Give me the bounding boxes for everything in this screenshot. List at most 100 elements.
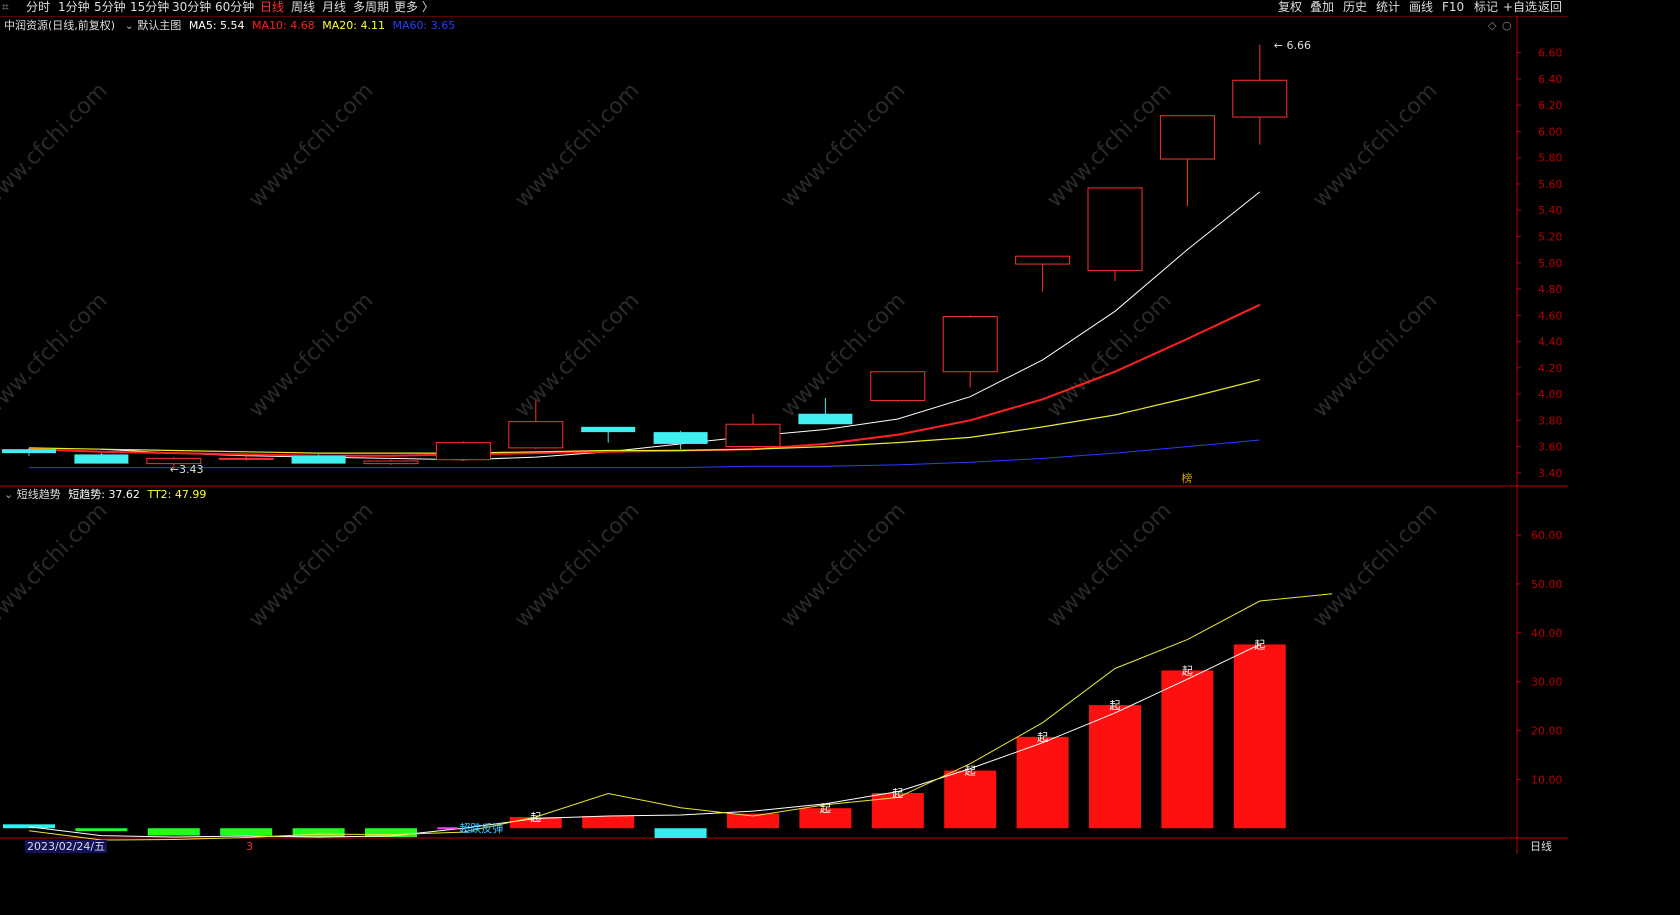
period-tab[interactable]: 多周期 (353, 0, 389, 15)
price-tick-label: 5.00 (1538, 257, 1563, 270)
candle-body-down (798, 413, 853, 425)
more-menu[interactable]: 更多 〉 (394, 0, 434, 15)
candle-body-up (1159, 115, 1215, 160)
watermark-text: www.cfchi.com (244, 78, 378, 212)
watermark-text: www.cfchi.com (0, 498, 113, 632)
indicator-bar (292, 828, 345, 838)
ma10-value: 4.68 (290, 19, 315, 32)
board-marker: 榜 (1181, 471, 1192, 485)
indicator-tick-label: 60.00 (1531, 529, 1563, 542)
restore-rights-button[interactable]: 复权 (1278, 0, 1302, 15)
period-tab[interactable]: 30分钟 (172, 0, 211, 15)
history-button[interactable]: 历史 (1343, 0, 1367, 15)
signal-marker: 起 (1110, 699, 1121, 712)
short-trend-label: 短趋势: (68, 488, 105, 501)
period-tab[interactable]: 15分钟 (130, 0, 169, 15)
indicator-bar (220, 828, 273, 836)
indicator-bar (1016, 736, 1069, 829)
indicator-tick-label: 40.00 (1531, 627, 1563, 640)
price-tick-label: 3.80 (1538, 414, 1563, 427)
signal-marker: 起 (965, 765, 976, 778)
price-tick-label: 4.40 (1538, 336, 1563, 349)
watermark-text: www.cfchi.com (0, 78, 113, 212)
price-tick-label: 5.20 (1538, 230, 1563, 243)
overlay-button[interactable]: 叠加 (1310, 0, 1334, 15)
signal-marker: 起 (530, 811, 541, 824)
watermark-text: www.cfchi.com (0, 288, 113, 422)
watermark-text: www.cfchi.com (776, 288, 910, 422)
period-tab-selected[interactable]: 日线 (260, 0, 284, 15)
period-tab[interactable]: 月线 (322, 0, 346, 15)
price-tick-label: 6.00 (1538, 125, 1563, 138)
watermark-text: www.cfchi.com (1042, 288, 1176, 422)
ma20-label: MA20: (322, 19, 357, 32)
high-price-label: ← 6.66 (1274, 39, 1311, 52)
watermark-text: www.cfchi.com (776, 78, 910, 212)
period-tab[interactable]: 1分钟 (58, 0, 90, 15)
draw-button[interactable]: 画线 (1409, 0, 1433, 15)
price-tick-label: 6.40 (1538, 73, 1563, 86)
period-tab[interactable]: 60分钟 (215, 0, 254, 15)
stock-title[interactable]: 中润资源(日线,前复权) (4, 19, 115, 32)
candle-body-up (870, 371, 926, 402)
watermark-text: www.cfchi.com (1308, 288, 1442, 422)
chevron-down-icon[interactable]: ⌄ (125, 19, 134, 32)
candle-body-up (435, 442, 491, 461)
indicator-bar (1233, 644, 1286, 829)
watermark-text: www.cfchi.com (244, 288, 378, 422)
price-tick-label: 6.60 (1538, 47, 1563, 60)
price-tick-label: 4.60 (1538, 309, 1563, 322)
watermark-text: www.cfchi.com (1308, 498, 1442, 632)
indicator-name[interactable]: 短线趋势 (17, 488, 61, 501)
candle-body-down (581, 426, 636, 433)
indicator-tick-label: 20.00 (1531, 725, 1563, 738)
candle-body-up (1087, 187, 1143, 272)
f10-button[interactable]: F10 (1442, 0, 1464, 15)
signal-marker: 起 (892, 787, 903, 800)
indicator-bar (1089, 705, 1141, 829)
circle-icon[interactable]: ○ (1502, 19, 1512, 32)
indicator-bar (944, 770, 997, 829)
chevron-down-icon[interactable]: ⌄ (4, 488, 13, 501)
current-date: 2023/02/24/五 (25, 840, 108, 853)
period-tab[interactable]: 5分钟 (94, 0, 126, 15)
period-label: 日线 (1530, 840, 1552, 853)
period-tab[interactable]: 周线 (291, 0, 315, 15)
candle-body-up (1015, 255, 1071, 265)
add-watchlist-button[interactable]: +自选 (1503, 0, 1537, 15)
ma20-value: 4.11 (360, 19, 385, 32)
watermark-text: www.cfchi.com (1308, 78, 1442, 212)
back-button[interactable]: 返回 (1538, 0, 1562, 15)
signal-marker: 起 (1182, 664, 1193, 677)
mark-button[interactable]: 标记 (1474, 0, 1498, 15)
candle-body-up (942, 316, 998, 373)
price-tick-label: 3.60 (1538, 441, 1563, 454)
price-tick-label: 4.80 (1538, 283, 1563, 296)
stats-button[interactable]: 统计 (1376, 0, 1400, 15)
indicator-bar (654, 828, 707, 838)
period-toolbar: ⌗ 分时 1分钟 5分钟 15分钟 30分钟 60分钟 日线 周线 月线 多周期… (0, 0, 1568, 16)
candle-body-up (725, 423, 781, 448)
window-icon[interactable]: ⌗ (2, 0, 9, 15)
indicator-bar (147, 828, 200, 836)
template-name[interactable]: 默认主图 (137, 19, 181, 32)
ma60-value: 3.65 (430, 19, 456, 32)
candle-body-up (508, 421, 564, 449)
diamond-icon[interactable]: ◇ (1488, 19, 1496, 32)
price-tick-label: 5.60 (1538, 178, 1563, 191)
price-tick-label: 4.20 (1538, 362, 1563, 375)
main-header: 中润资源(日线,前复权) ⌄ 默认主图 MA5: 5.54 MA10: 4.68… (4, 19, 455, 32)
short-trend-line (28, 643, 1261, 838)
ma60-label: MA60: (392, 19, 428, 32)
watermark-text: www.cfchi.com (244, 498, 378, 632)
tt2-value: 47.99 (174, 488, 207, 501)
indicator-bar (75, 828, 128, 832)
price-tick-label: 5.40 (1538, 204, 1563, 217)
kline-chart[interactable]: www.cfchi.com www.cfchi.com www.cfchi.com w… (0, 0, 1568, 854)
watermark-text: www.cfchi.com (510, 78, 644, 212)
signal-marker: 起 (820, 802, 831, 815)
indicator-bar (3, 824, 55, 829)
ma5-value: 5.54 (220, 19, 245, 32)
period-tab[interactable]: 分时 (26, 0, 50, 15)
indicator-tick-label: 10.00 (1531, 773, 1563, 786)
